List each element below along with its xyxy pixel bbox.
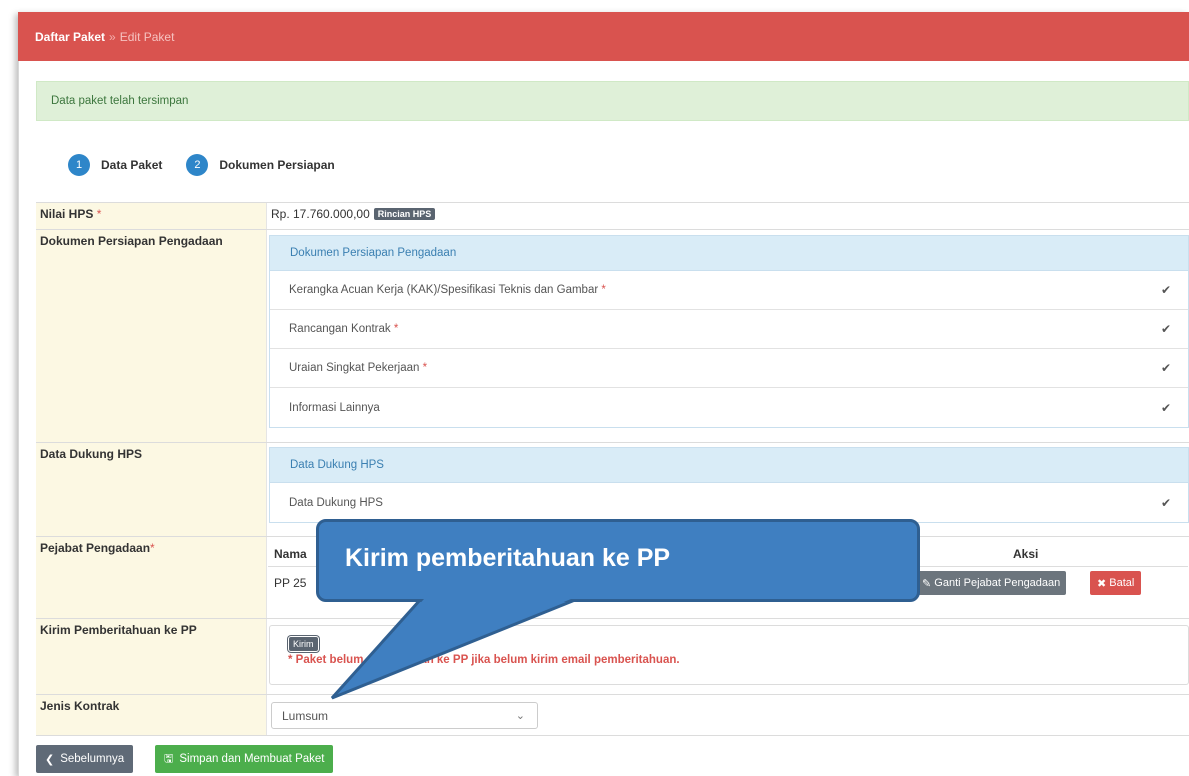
breadcrumb-link-daftar-paket[interactable]: Daftar Paket [35,30,105,44]
batal-button[interactable]: ✖ Batal [1090,571,1142,595]
button-label: Sebelumnya [60,753,125,765]
value-kirim: Kirim * Paket belum ditayangkan ke PP ji… [268,619,1189,694]
row-jenis-kontrak: Jenis Kontrak Lumsum ⌄ [36,694,1189,736]
jenis-kontrak-select[interactable]: Lumsum ⌄ [271,702,538,729]
required-mark: * [422,362,428,374]
check-icon: ✔ [1160,361,1171,375]
label-text: Dokumen Persiapan Pengadaan [40,234,223,248]
label-kirim: Kirim Pemberitahuan ke PP [36,619,267,694]
alert-text: Data paket telah tersimpan [51,95,189,107]
kirim-button[interactable]: Kirim [288,636,319,652]
button-label: Simpan dan Membuat Paket [179,753,325,765]
panel-title: Data Dukung HPS [270,448,1188,483]
selected-value: Lumsum [282,708,329,723]
step-dokumen-persiapan[interactable]: 2 Dokumen Persiapan [186,154,335,176]
label-text: Data Dukung HPS [40,447,143,461]
annotation-callout: Kirim pemberitahuan ke PP [316,519,920,602]
button-label: Batal [1109,577,1135,589]
wizard-steps: 1 Data Paket 2 Dokumen Persiapan [68,154,359,176]
row-nilai-hps: Nilai HPS * Rp. 17.760.000,00 Rincian HPS [36,202,1189,229]
row-dokumen-persiapan: Dokumen Persiapan Pengadaan Dokumen Pers… [36,229,1189,442]
list-item[interactable]: Rancangan Kontrak * ✔ [270,310,1188,349]
value-nilai-hps: Rp. 17.760.000,00 Rincian HPS [268,203,1189,229]
item-label: Kerangka Acuan Kerja (KAK)/Spesifikasi T… [289,284,599,296]
panel-title: Dokumen Persiapan Pengadaan [270,236,1188,271]
label-dokumen-persiapan: Dokumen Persiapan Pengadaan [36,230,267,442]
callout-text: Kirim pemberitahuan ke PP [345,544,671,572]
sebelumnya-button[interactable]: ❮ Sebelumnya [36,745,134,773]
chevron-down-icon: ⌄ [515,710,525,722]
breadcrumb: Daftar Paket » Edit Paket [18,12,1189,61]
breadcrumb-separator: » [109,29,116,44]
label-text: Nilai HPS [40,207,94,221]
step-number-2: 2 [186,154,209,176]
hps-amount: Rp. 17.760.000,00 [271,207,370,221]
button-label: Ganti Pejabat Pengadaan [934,577,1061,589]
close-icon: ✖ [1097,577,1110,590]
required-mark: * [393,323,399,335]
breadcrumb-current: Edit Paket [119,29,175,44]
list-item[interactable]: Data Dukung HPS ✔ [270,483,1188,522]
rincian-hps-button[interactable]: Rincian HPS [373,208,436,220]
required-mark: * [601,284,606,296]
item-label: Rancangan Kontrak [289,323,391,335]
success-alert: Data paket telah tersimpan [36,81,1189,121]
save-icon: 🖫 [164,752,174,765]
list-item[interactable]: Uraian Singkat Pekerjaan * ✔ [270,349,1188,388]
value-jenis-kontrak: Lumsum ⌄ [268,695,1189,735]
label-text: Pejabat Pengadaan [40,541,151,555]
simpan-button[interactable]: 🖫 Simpan dan Membuat Paket [155,745,334,773]
dokumen-panel: Dokumen Persiapan Pengadaan Kerangka Acu… [269,235,1189,428]
warning-text: * Paket belum ditayangkan ke PP jika bel… [288,654,680,666]
required-mark: * [150,541,155,555]
ganti-pejabat-button[interactable]: ✎ Ganti Pejabat Pengadaan [916,571,1067,595]
list-item[interactable]: Kerangka Acuan Kerja (KAK)/Spesifikasi T… [270,271,1188,310]
item-label: Informasi Lainnya [289,401,380,414]
edit-icon: ✎ [922,577,935,590]
label-text: Jenis Kontrak [40,699,120,713]
data-dukung-panel: Data Dukung HPS Data Dukung HPS ✔ [269,447,1189,523]
list-item[interactable]: Informasi Lainnya ✔ [270,388,1188,427]
check-icon: ✔ [1160,283,1171,297]
label-nilai-hps: Nilai HPS * [36,203,267,229]
item-label: Data Dukung HPS [289,496,383,509]
step-label: Dokumen Persiapan [219,158,335,172]
label-jenis-kontrak: Jenis Kontrak [36,695,267,735]
arrow-left-circle-icon: ❮ [45,753,55,766]
check-icon: ✔ [1160,322,1171,336]
step-label: Data Paket [101,158,163,172]
step-number-1: 1 [68,154,90,176]
label-data-dukung: Data Dukung HPS [36,443,267,536]
check-icon: ✔ [1160,400,1171,415]
pejabat-name: PP 25 [274,576,307,590]
label-pejabat: Pejabat Pengadaan* [36,537,267,618]
label-text: Kirim Pemberitahuan ke PP [40,623,197,637]
check-icon: ✔ [1160,495,1171,510]
required-mark: * [96,207,102,221]
value-dokumen-persiapan: Dokumen Persiapan Pengadaan Kerangka Acu… [268,230,1189,442]
item-label: Uraian Singkat Pekerjaan [289,362,420,374]
row-kirim: Kirim Pemberitahuan ke PP Kirim * Paket … [36,618,1189,694]
kirim-box: Kirim * Paket belum ditayangkan ke PP ji… [269,625,1189,685]
step-data-paket[interactable]: 1 Data Paket [68,154,162,176]
